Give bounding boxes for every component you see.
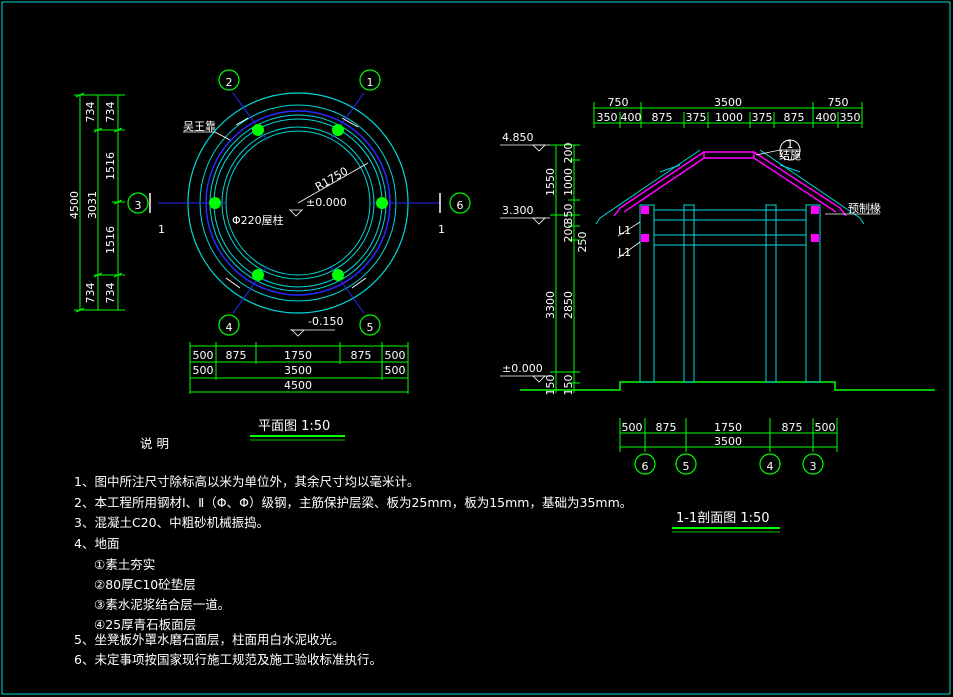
cad-drawing: 4500 3031 734 734 1516 1516 734 734 2 1 … (1, 1, 951, 695)
note-3: 3、混凝土C20、中粗砂机械振捣。 (74, 515, 269, 530)
plan-b1-4: 500 (385, 349, 406, 362)
section-axis-5: 5 (683, 460, 690, 473)
plan-dim-1516b: 1516 (104, 226, 117, 254)
plan-b1-3: 875 (351, 349, 372, 362)
note-4-2: ②80厚C10砼垫层 (94, 577, 196, 592)
section-dim-350: 350 (562, 204, 575, 225)
st2-0: 350 (597, 111, 618, 124)
section-view: 750 3500 750 350 400 875 375 1000 375 87… (500, 96, 935, 533)
section-top-3500: 3500 (714, 96, 742, 109)
notes-heading: 说 明 (140, 436, 169, 451)
sb-1: 875 (656, 421, 677, 434)
plan-b1-1: 875 (226, 349, 247, 362)
section-axis-6: 6 (642, 460, 649, 473)
st2-4: 1000 (715, 111, 743, 124)
plan-center-level: ±0.000 (306, 196, 347, 209)
section-dim-150a: 150 (544, 375, 557, 396)
section-columns (639, 204, 821, 383)
note-4-4: ④25厚青石板面层 (94, 617, 196, 632)
st2-3: 375 (686, 111, 707, 124)
plan-base-level: -0.150 (308, 315, 343, 328)
st2-5: 375 (752, 111, 773, 124)
note-4-3: ③素水泥浆结合层一道。 (94, 597, 230, 612)
plan-bottom-total: 4500 (284, 379, 312, 392)
sb-0: 500 (622, 421, 643, 434)
plan-bottom-row1: 500 875 1750 875 500 (193, 349, 406, 362)
note-4: 4、地面 (74, 536, 119, 551)
plan-b2-1: 3500 (284, 364, 312, 377)
plan-axis-1: 1 (367, 76, 374, 89)
note-5: 5、坐凳板外罩水磨石面层，柱面用白水泥收光。 (74, 632, 344, 647)
section-top-750b: 750 (828, 96, 849, 109)
plan-axis-6: 6 (457, 199, 464, 212)
note-1: 1、图中所注尺寸除标高以米为单位外，其余尺寸均以毫米计。 (74, 474, 419, 489)
note-2: 2、本工程所用钢材Ⅰ、Ⅱ（Φ、Φ）级钢，主筋保护层梁、板为25mm，板为15mm… (74, 495, 632, 510)
level-mid: 3.300 (502, 204, 534, 217)
plan-dim-1516a: 1516 (104, 152, 117, 180)
section-dim-1550: 1550 (544, 168, 557, 196)
section-top-750a: 750 (608, 96, 629, 109)
st2-8: 350 (840, 111, 861, 124)
level-top: 4.850 (502, 131, 534, 144)
plan-dim-734a: 734 (84, 102, 97, 123)
section-dim-1000: 1000 (562, 168, 575, 196)
section-dim-250: 250 (576, 232, 589, 253)
notes: 说 明 1、图中所注尺寸除标高以米为单位外，其余尺寸均以毫米计。 2、本工程所用… (74, 436, 632, 667)
note-6: 6、未定事项按国家现行施工规范及施工验收标准执行。 (74, 652, 382, 667)
plan-radius: R1750 (313, 165, 350, 194)
section-bottom-total: 3500 (714, 435, 742, 448)
plan-axis-4: 4 (226, 321, 233, 334)
eave-label: 预制椽 (848, 202, 881, 215)
plan-b2-0: 500 (193, 364, 214, 377)
plan-dim-total: 4500 (68, 191, 81, 219)
plan-b1-0: 500 (193, 349, 214, 362)
section-bottom-row: 500 875 1750 875 500 (622, 421, 836, 434)
section-dim-200: 200 (562, 143, 575, 164)
st2-6: 875 (784, 111, 805, 124)
plan-dim-inner: 3031 (86, 191, 99, 219)
section-dim-150b: 150 (562, 375, 575, 396)
plan-view: 4500 3031 734 734 1516 1516 734 734 2 1 … (68, 69, 471, 441)
sb-4: 500 (815, 421, 836, 434)
note-4-1: ①素土夯实 (94, 557, 155, 572)
plan-title: 平面图 1:50 (258, 419, 330, 434)
plan-bottom-row2: 500 3500 500 (193, 364, 406, 377)
plan-section-right: 1 (438, 223, 445, 236)
plan-dim-734b: 734 (104, 102, 117, 123)
section-dim-200b: 200 (562, 222, 575, 243)
section-title: 1-1剖面图 1:50 (676, 511, 770, 526)
section-axis-4: 4 (767, 460, 774, 473)
st2-7: 400 (816, 111, 837, 124)
plan-axis-2: 2 (226, 76, 233, 89)
level-ground: ±0.000 (502, 362, 543, 375)
section-top-row2: 350 400 875 375 1000 375 875 400 350 (597, 111, 861, 124)
st2-1: 400 (621, 111, 642, 124)
st2-2: 875 (652, 111, 673, 124)
detail-sub: 结施 (779, 149, 801, 162)
sb-2: 1750 (714, 421, 742, 434)
section-dim-2850: 2850 (562, 291, 575, 319)
plan-b2-2: 500 (385, 364, 406, 377)
plan-dim-734c: 734 (84, 283, 97, 304)
plan-section-left: 1 (158, 223, 165, 236)
plan-axis-3: 3 (135, 199, 142, 212)
plan-b1-2: 1750 (284, 349, 312, 362)
section-dim-3300: 3300 (544, 291, 557, 319)
plan-column-label: Φ220屋柱 (232, 213, 284, 227)
plan-dim-734d: 734 (104, 283, 117, 304)
plan-top-note: 吴王靠 (183, 119, 216, 133)
section-axis-3: 3 (810, 460, 817, 473)
plan-axis-5: 5 (367, 321, 374, 334)
sb-3: 875 (782, 421, 803, 434)
